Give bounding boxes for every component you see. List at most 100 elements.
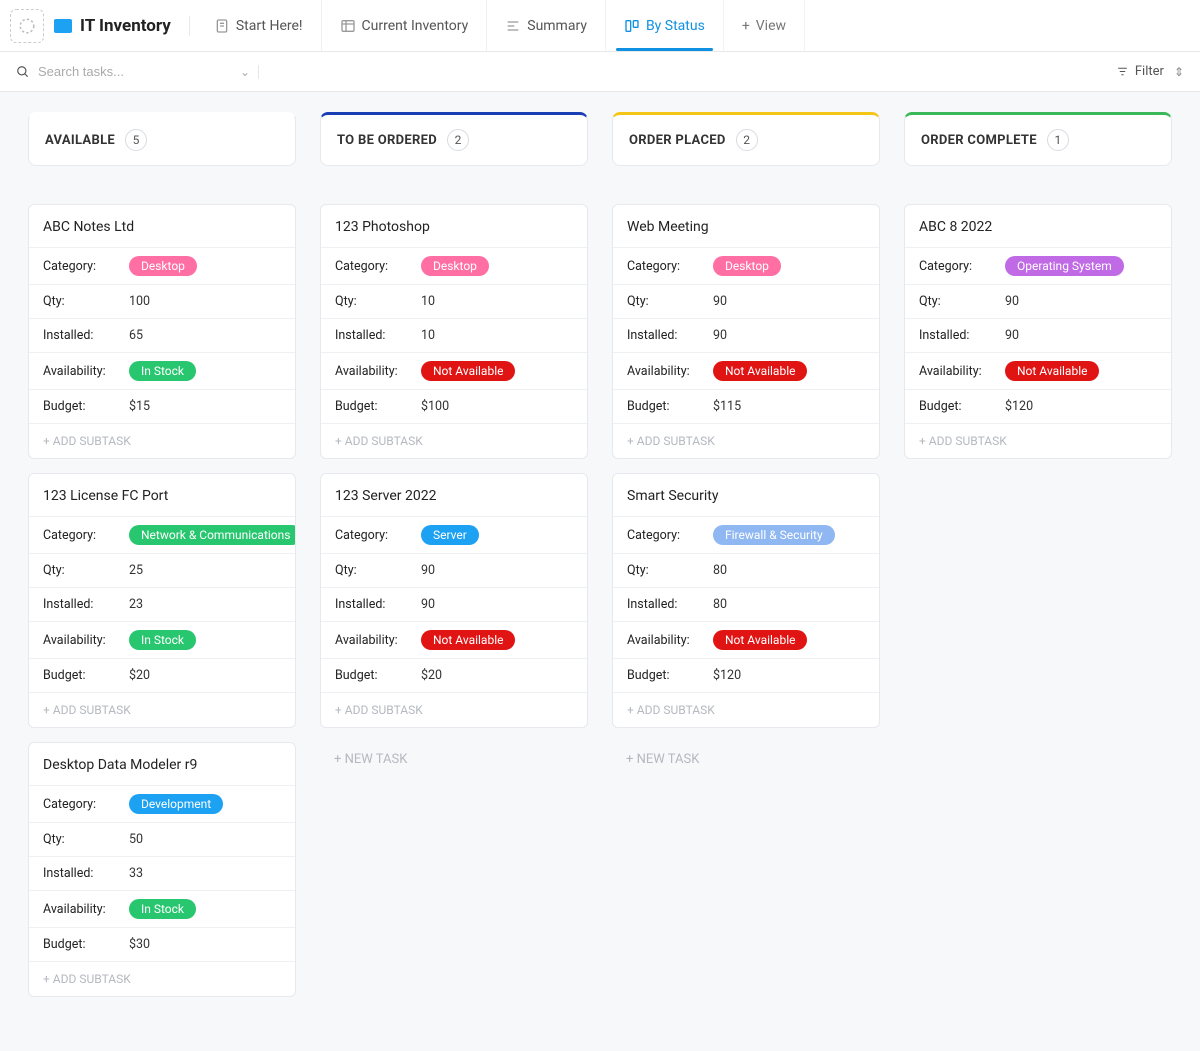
row-label: Qty: <box>43 563 129 578</box>
task-card[interactable]: 123 License FC PortCategory:Network & Co… <box>28 473 296 728</box>
text-value: 50 <box>129 832 143 847</box>
card-row-installed: Installed:10 <box>321 318 587 352</box>
add-subtask-button[interactable]: + ADD SUBTASK <box>29 961 295 996</box>
row-value: 90 <box>713 328 727 343</box>
task-card[interactable]: 123 Server 2022Category:ServerQty:90Inst… <box>320 473 588 728</box>
filter-label: Filter <box>1135 64 1164 79</box>
expand-icon[interactable]: ⇕ <box>1174 65 1184 79</box>
column-to_be_ordered: TO BE ORDERED2123 PhotoshopCategory:Desk… <box>320 112 588 777</box>
card-row-category: Category:Desktop <box>613 247 879 284</box>
column-header[interactable]: TO BE ORDERED2 <box>320 112 588 166</box>
row-label: Qty: <box>335 563 421 578</box>
card-row-availability: Availability:Not Available <box>613 352 879 389</box>
card-row-qty: Qty:90 <box>613 284 879 318</box>
card-row-availability: Availability:In Stock <box>29 352 295 389</box>
column-header[interactable]: ORDER PLACED2 <box>612 112 880 166</box>
row-value: Firewall & Security <box>713 525 835 545</box>
add-subtask-button[interactable]: + ADD SUBTASK <box>613 692 879 727</box>
row-label: Category: <box>627 259 713 274</box>
text-value: 65 <box>129 328 143 343</box>
card-row-installed: Installed:80 <box>613 587 879 621</box>
row-label: Availability: <box>627 364 713 379</box>
column-count: 5 <box>125 129 147 151</box>
add-subtask-button[interactable]: + ADD SUBTASK <box>905 423 1171 458</box>
row-label: Budget: <box>919 399 1005 414</box>
pill-desktop: Desktop <box>129 256 197 276</box>
row-label: Budget: <box>43 668 129 683</box>
new-task-button[interactable]: + NEW TASK <box>612 742 880 777</box>
tab-summary[interactable]: Summary <box>487 0 606 51</box>
search-dropdown-icon[interactable]: ⌄ <box>232 65 259 79</box>
card-row-qty: Qty:10 <box>321 284 587 318</box>
card-row-qty: Qty:90 <box>905 284 1171 318</box>
row-label: Availability: <box>43 364 129 379</box>
card-title: Web Meeting <box>613 205 879 247</box>
search-input[interactable] <box>38 64 218 79</box>
card-row-availability: Availability:Not Available <box>905 352 1171 389</box>
column-title: TO BE ORDERED <box>337 133 437 148</box>
card-row-category: Category:Firewall & Security <box>613 516 879 553</box>
filter-button[interactable]: Filter <box>1116 64 1164 79</box>
task-card[interactable]: 123 PhotoshopCategory:DesktopQty:10Insta… <box>320 204 588 459</box>
row-label: Installed: <box>43 328 129 343</box>
column-count: 2 <box>736 129 758 151</box>
card-title: ABC 8 2022 <box>905 205 1171 247</box>
app-menu-icon[interactable] <box>10 9 44 43</box>
row-value: Not Available <box>421 630 515 650</box>
row-label: Installed: <box>919 328 1005 343</box>
pill-network: Network & Communications <box>129 525 296 545</box>
row-label: Availability: <box>43 902 129 917</box>
task-card[interactable]: Web MeetingCategory:DesktopQty:90 Install… <box>612 204 880 459</box>
tab-label: Current Inventory <box>362 18 469 34</box>
text-value: $20 <box>421 668 442 683</box>
row-label: Installed: <box>627 597 713 612</box>
filter-icon <box>1116 65 1129 78</box>
pill-desktop: Desktop <box>421 256 489 276</box>
pill-instock: In Stock <box>129 361 196 381</box>
card-row-category: Category:Operating System <box>905 247 1171 284</box>
text-value: 10 <box>421 328 435 343</box>
column-count: 1 <box>1047 129 1069 151</box>
card-row-budget: Budget:$100 <box>321 389 587 423</box>
tab-start-here[interactable]: Start Here! <box>196 0 322 51</box>
card-row-category: Category:Desktop <box>321 247 587 284</box>
pill-server: Server <box>421 525 479 545</box>
task-card[interactable]: Desktop Data Modeler r9Category:Developm… <box>28 742 296 997</box>
add-subtask-button[interactable]: + ADD SUBTASK <box>321 692 587 727</box>
card-row-availability: Availability:In Stock <box>29 890 295 927</box>
add-subtask-button[interactable]: + ADD SUBTASK <box>29 423 295 458</box>
card-row-category: Category:Desktop <box>29 247 295 284</box>
row-value: Not Available <box>1005 361 1099 381</box>
row-value: Not Available <box>421 361 515 381</box>
card-title: ABC Notes Ltd <box>29 205 295 247</box>
card-row-qty: Qty:90 <box>321 553 587 587</box>
card-row-budget: Budget:$30 <box>29 927 295 961</box>
row-value: 65 <box>129 328 143 343</box>
add-subtask-button[interactable]: + ADD SUBTASK <box>29 692 295 727</box>
row-label: Category: <box>919 259 1005 274</box>
column-header[interactable]: AVAILABLE5 <box>28 112 296 166</box>
text-value: 90 <box>1005 294 1019 309</box>
tab-current-inventory[interactable]: Current Inventory <box>322 0 488 51</box>
add-subtask-button[interactable]: + ADD SUBTASK <box>321 423 587 458</box>
text-value: 90 <box>421 563 435 578</box>
card-row-budget: Budget:$120 <box>905 389 1171 423</box>
new-task-button[interactable]: + NEW TASK <box>320 742 588 777</box>
tab-by-status[interactable]: By Status <box>606 0 724 51</box>
add-subtask-button[interactable]: + ADD SUBTASK <box>613 423 879 458</box>
row-value: 100 <box>129 294 150 309</box>
card-row-qty: Qty:80 <box>613 553 879 587</box>
task-card[interactable]: ABC 8 2022Category:Operating SystemQty:9… <box>904 204 1172 459</box>
text-value: $100 <box>421 399 449 414</box>
tab-add-view[interactable]: + View <box>724 0 805 51</box>
row-label: Installed: <box>627 328 713 343</box>
tab-label: By Status <box>646 18 705 34</box>
row-value: In Stock <box>129 899 196 919</box>
task-card[interactable]: ABC Notes LtdCategory:DesktopQty:100Inst… <box>28 204 296 459</box>
pill-notavail: Not Available <box>1005 361 1099 381</box>
card-title: 123 Server 2022 <box>321 474 587 516</box>
row-value: 50 <box>129 832 143 847</box>
task-card[interactable]: Smart SecurityCategory:Firewall & Securi… <box>612 473 880 728</box>
column-order_complete: ORDER COMPLETE1 ABC 8 2022Category:Operat… <box>904 112 1172 473</box>
column-header[interactable]: ORDER COMPLETE1 <box>904 112 1172 166</box>
